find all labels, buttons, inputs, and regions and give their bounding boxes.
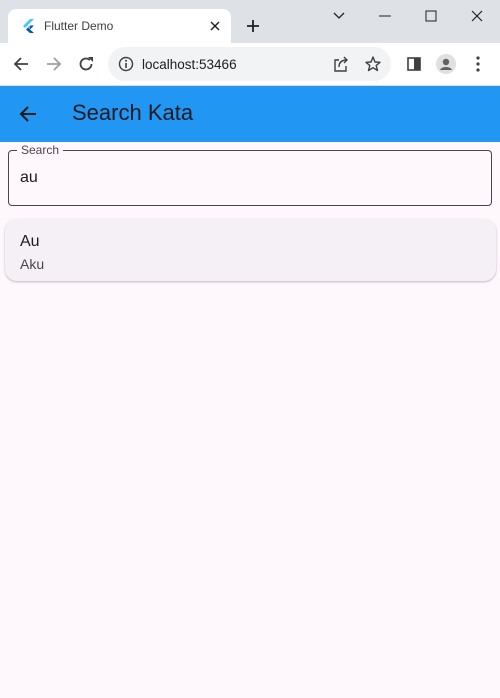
avatar-icon[interactable] bbox=[435, 53, 457, 75]
arrow-right-icon[interactable] bbox=[43, 53, 65, 75]
side-panel-icon[interactable] bbox=[403, 53, 425, 75]
star-icon[interactable] bbox=[364, 55, 382, 73]
search-field[interactable]: Search au bbox=[8, 143, 492, 206]
flutter-icon bbox=[22, 19, 36, 33]
search-input[interactable]: au bbox=[20, 169, 480, 187]
minimize-icon[interactable] bbox=[375, 6, 395, 26]
close-icon[interactable] bbox=[207, 18, 223, 34]
page-title: Search Kata bbox=[72, 100, 194, 125]
list-item[interactable]: Au Aku bbox=[5, 219, 496, 281]
info-icon[interactable] bbox=[118, 56, 134, 72]
arrow-left-icon[interactable] bbox=[16, 102, 40, 126]
close-icon[interactable] bbox=[467, 6, 487, 26]
arrow-left-icon[interactable] bbox=[10, 53, 32, 75]
plus-icon[interactable] bbox=[242, 15, 264, 37]
maximize-icon[interactable] bbox=[421, 6, 441, 26]
url-text[interactable]: localhost:53466 bbox=[142, 57, 237, 72]
address-bar[interactable]: localhost:53466 bbox=[108, 47, 391, 81]
reload-icon[interactable] bbox=[75, 53, 97, 75]
tab-title: Flutter Demo bbox=[44, 19, 114, 33]
app-bar: Search Kata bbox=[0, 86, 500, 142]
browser-tab[interactable]: Flutter Demo bbox=[8, 9, 231, 43]
share-icon[interactable] bbox=[332, 55, 350, 73]
result-subtitle: Aku bbox=[20, 256, 45, 272]
more-vert-icon[interactable] bbox=[467, 53, 489, 75]
chevron-down-icon[interactable] bbox=[329, 6, 349, 26]
browser-toolbar: localhost:53466 bbox=[0, 43, 500, 86]
result-title: Au bbox=[20, 233, 40, 250]
browser-tab-strip: Flutter Demo bbox=[0, 0, 500, 43]
search-label: Search bbox=[17, 143, 64, 157]
